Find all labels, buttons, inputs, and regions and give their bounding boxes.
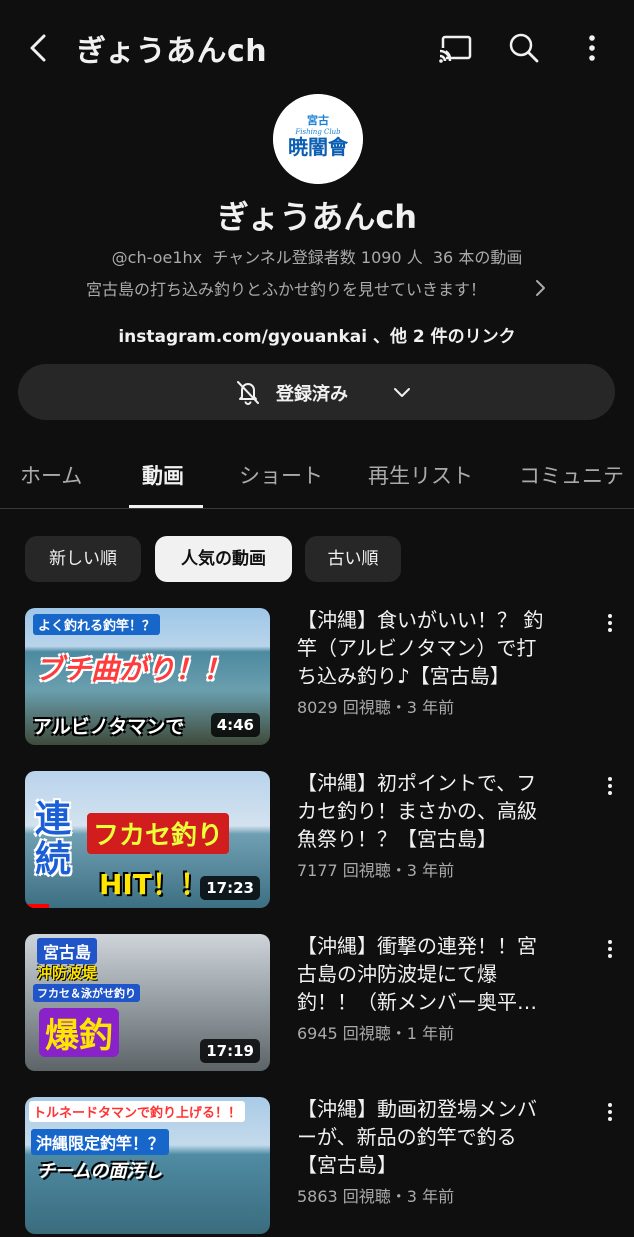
video-count: 36 本の動画 — [432, 248, 523, 267]
bell-off-icon — [237, 381, 259, 405]
back-arrow-icon[interactable] — [22, 30, 58, 66]
video-duration: 4:46 — [210, 713, 260, 737]
other-links[interactable]: 、他 2 件のリンク — [373, 327, 516, 347]
video-meta: 7177 回視聴・3 年前 — [297, 861, 455, 880]
tab-playlists[interactable]: 再生リスト — [368, 460, 473, 490]
thumbnail-location: 沖防波堤 — [37, 964, 98, 982]
video-item[interactable]: よく釣れる釣竿！？ ブチ曲がり！！ アルビノタマンで 4:46 【沖縄】食いがい… — [0, 608, 634, 748]
video-item[interactable]: 連 続 フカセ釣り HIT！！ 17:23 【沖縄】初ポイントで、フ カセ釣り！ま… — [0, 771, 634, 911]
page-title: ぎょうあんch — [76, 34, 268, 69]
video-item[interactable]: 宮古島 沖防波堤 フカセ＆泳がせ釣り 爆釣 17:19 【沖縄】衝撃の連発！！宮… — [0, 934, 634, 1074]
thumbnail-caption: 宮古島 — [37, 938, 98, 964]
video-more-icon[interactable] — [600, 1101, 620, 1123]
video-title[interactable]: 【沖縄】初ポイントで、フ カセ釣り！まさかの、高級 魚祭り！？【宮古島】 — [297, 769, 597, 853]
thumbnail-subtitle: HIT！！ — [99, 868, 208, 901]
active-tab-indicator — [129, 505, 203, 508]
channel-handle: @ch-oe1hx — [111, 248, 203, 267]
video-thumbnail[interactable]: 連 続 フカセ釣り HIT！！ 17:23 — [25, 771, 270, 908]
instagram-link[interactable]: instagram.com/gyouankai — [118, 327, 367, 347]
chip-popular[interactable]: 人気の動画 — [155, 536, 292, 582]
video-duration: 17:23 — [200, 876, 260, 900]
channel-links[interactable]: instagram.com/gyouankai 、他 2 件のリンク — [0, 322, 634, 347]
thumbnail-headline: 沖縄限定釣竿！？ — [31, 1129, 170, 1155]
video-thumbnail[interactable]: 宮古島 沖防波堤 フカセ＆泳がせ釣り 爆釣 17:19 — [25, 934, 270, 1071]
search-icon[interactable] — [504, 28, 544, 68]
video-title[interactable]: 【沖縄】動画初登場メンバ ーが、新品の釣竿で釣る 【宮古島】 — [297, 1095, 597, 1179]
thumbnail-caption: トルネードタマンで釣り上げる！！ — [29, 1101, 246, 1122]
thumbnail-subtitle: フカセ＆泳がせ釣り — [33, 984, 140, 1002]
watch-progress — [25, 904, 49, 908]
svg-text:宮古: 宮古 — [307, 113, 329, 127]
cast-icon[interactable] — [436, 28, 476, 68]
thumbnail-kanji-1: 連 — [35, 799, 72, 840]
thumbnail-headline: ブチ曲がり！！ — [35, 653, 232, 686]
video-item[interactable]: トルネードタマンで釣り上げる！！ 沖縄限定釣竿！？ チームの面汚し 【沖縄】動画… — [0, 1097, 634, 1237]
video-title[interactable]: 【沖縄】食いがいい！？ 釣竿（アルビノタマン）で打 ち込み釣り♪【宮古島】 — [297, 606, 597, 690]
thumbnail-kanji-2: 続 — [35, 839, 72, 880]
channel-tabs: ホーム 動画 ショート 再生リスト コミュニテ — [0, 440, 634, 509]
tab-home[interactable]: ホーム — [20, 460, 82, 490]
video-title[interactable]: 【沖縄】衝撃の連発！！宮 古島の沖防波堤にて爆 釣！！（新メンバー奥平… — [297, 932, 597, 1016]
video-thumbnail[interactable]: トルネードタマンで釣り上げる！！ 沖縄限定釣竿！？ チームの面汚し — [25, 1097, 270, 1234]
video-thumbnail[interactable]: よく釣れる釣竿！？ ブチ曲がり！！ アルビノタマンで 4:46 — [25, 608, 270, 745]
top-app-bar: ぎょうあんch — [0, 0, 634, 96]
video-more-icon[interactable] — [600, 938, 620, 960]
chip-newest[interactable]: 新しい順 — [25, 536, 141, 582]
subscribed-label: 登録済み — [276, 384, 348, 405]
video-meta: 6945 回視聴・1 年前 — [297, 1024, 455, 1043]
thumbnail-subtitle: アルビノタマンで — [33, 716, 185, 738]
channel-logo: 宮古 Fishing Club 暁闇會 — [273, 94, 363, 184]
video-meta: 8029 回視聴・3 年前 — [297, 698, 455, 717]
thumbnail-subtitle: チームの面汚し — [37, 1161, 163, 1182]
svg-text:暁闇會: 暁闇會 — [288, 135, 349, 159]
subscriber-count: チャンネル登録者数 1090 人 — [212, 248, 423, 267]
tab-shorts[interactable]: ショート — [239, 460, 323, 490]
channel-name: ぎょうあんch — [216, 198, 418, 236]
channel-description[interactable]: 宮古島の打ち込み釣りとふかせ釣りを見せていきます！ — [86, 276, 486, 300]
subscribed-button[interactable]: 登録済み — [18, 364, 615, 420]
channel-meta: @ch-oe1hx チャンネル登録者数 1090 人 36 本の動画 — [0, 244, 634, 268]
thumbnail-caption: よく釣れる釣竿！？ — [33, 614, 161, 635]
thumbnail-headline: 爆釣 — [39, 1008, 119, 1057]
chevron-down-icon — [394, 388, 410, 397]
more-options-icon[interactable] — [572, 28, 612, 68]
video-more-icon[interactable] — [600, 612, 620, 634]
tab-community[interactable]: コミュニテ — [519, 460, 624, 490]
video-duration: 17:19 — [200, 1039, 260, 1063]
chip-oldest[interactable]: 古い順 — [305, 536, 401, 582]
tab-videos[interactable]: 動画 — [142, 460, 184, 490]
channel-avatar[interactable]: 宮古 Fishing Club 暁闇會 — [273, 94, 363, 184]
thumbnail-headline: フカセ釣り — [87, 813, 230, 854]
video-meta: 5863 回視聴・3 年前 — [297, 1187, 455, 1206]
chevron-right-icon[interactable] — [530, 276, 550, 300]
video-more-icon[interactable] — [600, 775, 620, 797]
